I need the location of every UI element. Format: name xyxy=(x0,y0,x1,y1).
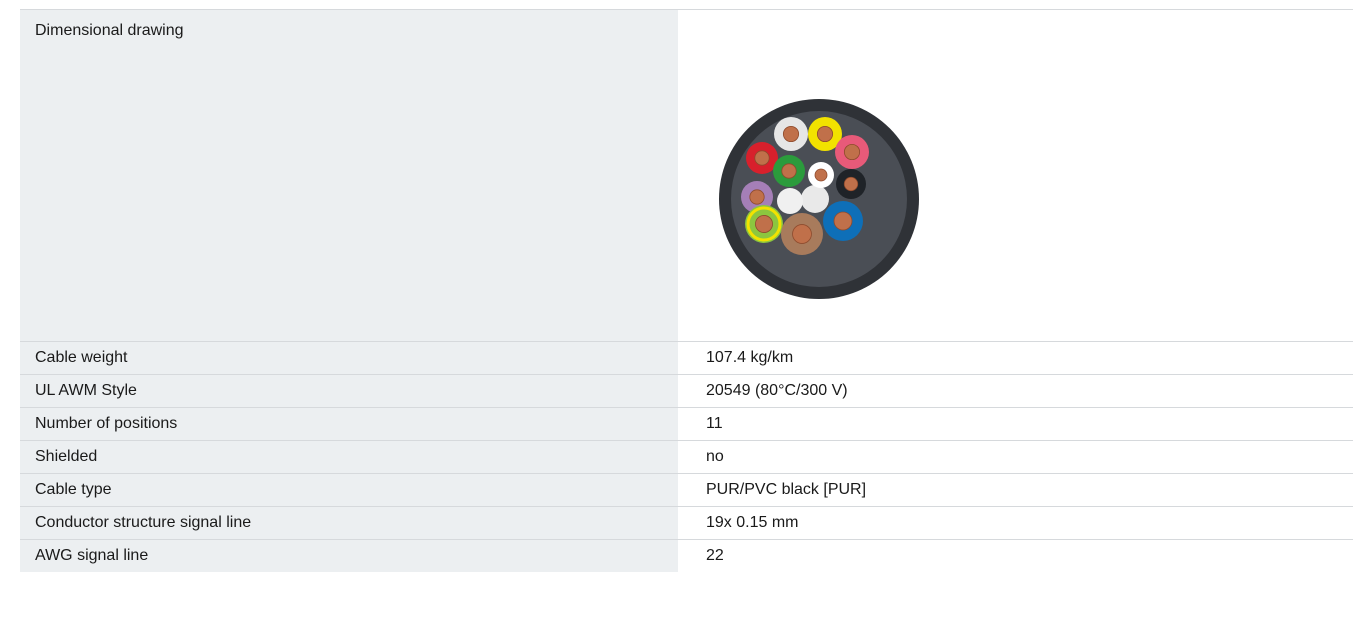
copper-conductor xyxy=(816,125,834,143)
cable-cross-section-image xyxy=(706,11,1006,341)
property-value: PUR/PVC black [PUR] xyxy=(678,473,1353,507)
table-row: Cable weight 107.4 kg/km xyxy=(20,341,1353,375)
table-row-dimensional-drawing: Dimensional drawing xyxy=(20,9,1353,342)
property-label: Dimensional drawing xyxy=(20,9,678,342)
property-value: 11 xyxy=(678,407,1353,441)
property-label: Conductor structure signal line xyxy=(20,506,678,540)
center-filler xyxy=(801,185,829,213)
cable-core xyxy=(777,188,803,214)
property-value: 107.4 kg/km xyxy=(678,341,1353,375)
property-label: UL AWM Style xyxy=(20,374,678,408)
copper-conductor xyxy=(782,125,800,143)
property-label: Number of positions xyxy=(20,407,678,441)
section-title-clipped xyxy=(20,0,420,8)
table-row: Number of positions 11 xyxy=(20,407,1353,441)
copper-conductor xyxy=(843,143,861,161)
copper-conductor xyxy=(843,176,859,192)
copper-conductor xyxy=(754,150,770,166)
properties-table: Dimensional drawing Cable weight 107.4 k… xyxy=(20,9,1353,572)
table-row: AWG signal line 22 xyxy=(20,539,1353,572)
table-row: Cable type PUR/PVC black [PUR] xyxy=(20,473,1353,507)
copper-conductor xyxy=(755,215,773,233)
copper-conductor xyxy=(814,168,828,182)
property-value: 20549 (80°C/300 V) xyxy=(678,374,1353,408)
copper-conductor xyxy=(781,163,797,179)
property-value: no xyxy=(678,440,1353,474)
table-row: Shielded no xyxy=(20,440,1353,474)
copper-conductor xyxy=(833,211,853,231)
property-label: Cable type xyxy=(20,473,678,507)
property-value: 19x 0.15 mm xyxy=(678,506,1353,540)
product-properties-page: Dimensional drawing Cable weight 107.4 k… xyxy=(0,0,1353,617)
property-value: 22 xyxy=(678,539,1353,572)
property-label: Cable weight xyxy=(20,341,678,375)
table-row: Conductor structure signal line 19x 0.15… xyxy=(20,506,1353,540)
copper-conductor xyxy=(792,224,812,244)
cable-cross-section-svg xyxy=(719,99,919,299)
property-label: AWG signal line xyxy=(20,539,678,572)
property-value-image-cell xyxy=(678,9,1353,342)
copper-conductor xyxy=(749,189,765,205)
table-row: UL AWM Style 20549 (80°C/300 V) xyxy=(20,374,1353,408)
property-label: Shielded xyxy=(20,440,678,474)
